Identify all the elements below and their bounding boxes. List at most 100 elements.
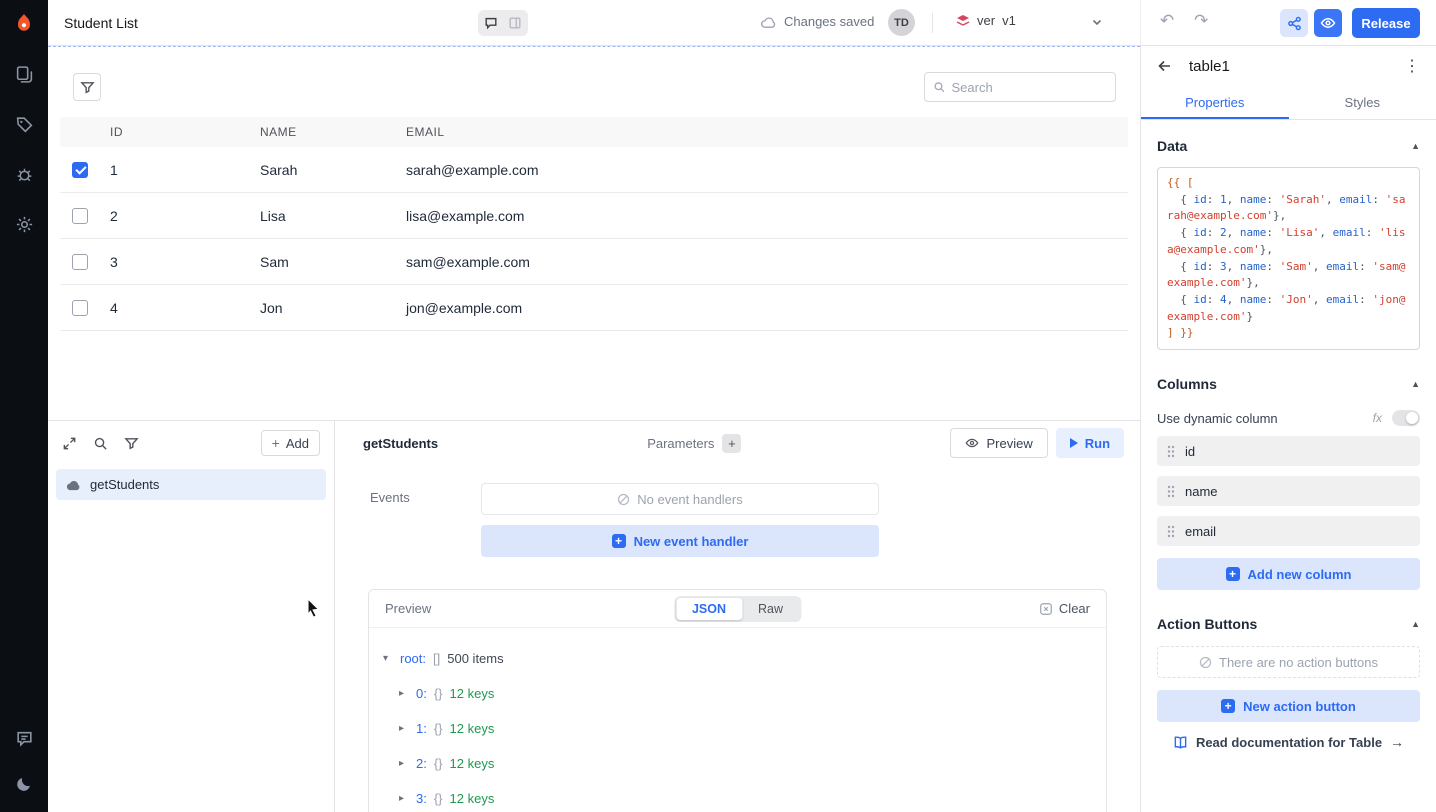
clear-label: Clear (1059, 601, 1090, 616)
no-event-handlers-label: No event handlers (637, 492, 743, 507)
settings-gear-icon[interactable] (12, 212, 36, 236)
documentation-link[interactable]: Read documentation for Table → (1157, 734, 1420, 750)
caret-right-icon[interactable]: ▸ (399, 688, 409, 699)
tab-json[interactable]: JSON (676, 598, 742, 620)
slash-circle-icon (617, 493, 630, 506)
response-header: Preview JSON Raw Clear (369, 590, 1106, 628)
collapse-icon[interactable]: ▲ (1411, 619, 1420, 629)
column-header-name[interactable]: NAME (250, 125, 396, 139)
cell-name: Sarah (250, 162, 396, 178)
datasources-icon[interactable] (12, 112, 36, 136)
tree-type: {} (434, 686, 443, 701)
table-row[interactable]: 1 Sarah sarah@example.com (60, 147, 1128, 193)
add-new-column-button[interactable]: + Add new column (1157, 558, 1420, 590)
column-header-id[interactable]: ID (100, 125, 250, 139)
column-item-id[interactable]: id (1157, 436, 1420, 466)
row-checkbox[interactable] (72, 208, 88, 224)
clear-button[interactable]: Clear (1039, 601, 1090, 616)
expand-icon[interactable] (62, 436, 77, 451)
cell-id: 4 (100, 300, 250, 316)
left-rail (0, 0, 48, 812)
mode-toggle (478, 10, 528, 36)
run-label: Run (1085, 436, 1110, 451)
tab-properties[interactable]: Properties (1141, 86, 1289, 119)
debug-icon[interactable] (12, 162, 36, 186)
release-button[interactable]: Release (1352, 8, 1420, 38)
add-query-button[interactable]: + Add (261, 430, 320, 456)
caret-right-icon[interactable]: ▸ (399, 723, 409, 734)
tab-raw[interactable]: Raw (742, 598, 799, 620)
new-action-button[interactable]: + New action button (1157, 690, 1420, 722)
caret-right-icon[interactable]: ▸ (399, 758, 409, 769)
collapse-icon[interactable]: ▲ (1411, 141, 1420, 151)
undo-icon[interactable]: ↶ (1160, 11, 1174, 31)
caret-down-icon[interactable]: ▾ (383, 653, 393, 664)
slash-circle-icon (1199, 656, 1212, 669)
table-filter-button[interactable] (73, 73, 101, 101)
events-section: Events No event handlers + New event han… (335, 483, 1140, 557)
table-row[interactable]: 4 Jon jon@example.com (60, 285, 1128, 331)
column-header-email[interactable]: EMAIL (396, 125, 1128, 139)
js-toggle-icon[interactable]: fx (1373, 411, 1382, 425)
json-tree-item[interactable]: ▸ 3: {} 12 keys (383, 781, 1106, 812)
filter-icon[interactable] (124, 436, 139, 451)
pane-mode-icon[interactable] (504, 12, 526, 34)
back-arrow-icon[interactable] (1157, 58, 1173, 74)
preview-eye-icon[interactable] (1314, 9, 1342, 37)
drag-handle-icon[interactable] (1167, 525, 1175, 538)
query-list-item[interactable]: getStudents (56, 469, 326, 500)
no-action-buttons: There are no action buttons (1157, 646, 1420, 678)
app: Student List Changes saved TD ver v1 ↶ ↷ (0, 0, 1436, 812)
cell-name: Lisa (250, 208, 396, 224)
pages-icon[interactable] (12, 62, 36, 86)
version-selector[interactable]: ver v1 (956, 13, 1016, 28)
table-row[interactable]: 3 Sam sam@example.com (60, 239, 1128, 285)
query-title: getStudents (363, 436, 438, 451)
caret-right-icon[interactable]: ▸ (399, 793, 409, 804)
appsmith-logo-icon[interactable] (10, 10, 38, 38)
column-item-name[interactable]: name (1157, 476, 1420, 506)
row-checkbox[interactable] (72, 162, 88, 178)
add-parameter-icon[interactable]: + (722, 434, 741, 453)
plus-icon: + (612, 534, 626, 548)
json-tree-item[interactable]: ▸ 0: {} 12 keys (383, 676, 1106, 711)
drag-handle-icon[interactable] (1167, 485, 1175, 498)
property-pane-header: table1 ⋮ (1141, 46, 1436, 86)
events-label: Events (370, 483, 481, 557)
row-checkbox[interactable] (72, 254, 88, 270)
collapse-icon[interactable]: ▲ (1411, 379, 1420, 389)
preview-button[interactable]: Preview (950, 428, 1047, 458)
json-tree-root[interactable]: ▾ root: [] 500 items (383, 641, 1106, 676)
redo-icon[interactable]: ↷ (1194, 11, 1208, 31)
chevron-down-icon[interactable] (1090, 15, 1104, 32)
query-list-panel: + Add getStudents (48, 421, 335, 812)
json-tree-item[interactable]: ▸ 2: {} 12 keys (383, 746, 1106, 781)
add-new-column-label: Add new column (1248, 567, 1352, 582)
tree-key: 1: (416, 721, 427, 736)
data-code-editor[interactable]: {{ [ { id: 1, name: 'Sarah', email: 'sar… (1157, 167, 1420, 350)
eye-icon (965, 436, 979, 450)
share-icon[interactable] (1280, 9, 1308, 37)
comment-mode-icon[interactable] (480, 12, 502, 34)
json-tree-item[interactable]: ▸ 1: {} 12 keys (383, 711, 1106, 746)
widget-name[interactable]: table1 (1189, 58, 1230, 75)
new-event-handler-button[interactable]: + New event handler (481, 525, 879, 557)
row-checkbox[interactable] (72, 300, 88, 316)
avatar[interactable]: TD (888, 9, 915, 36)
table-row[interactable]: 2 Lisa lisa@example.com (60, 193, 1128, 239)
drag-handle-icon[interactable] (1167, 445, 1175, 458)
column-item-email[interactable]: email (1157, 516, 1420, 546)
plus-icon: + (1226, 567, 1240, 581)
help-chat-icon[interactable] (12, 726, 36, 750)
tree-type: {} (434, 791, 443, 806)
tab-styles[interactable]: Styles (1289, 86, 1436, 119)
run-button[interactable]: Run (1056, 428, 1124, 458)
table-search-input[interactable] (952, 80, 1107, 95)
cell-name: Sam (250, 254, 396, 270)
table-search[interactable] (924, 72, 1116, 102)
theme-moon-icon[interactable] (12, 772, 36, 796)
dynamic-column-toggle[interactable] (1392, 410, 1420, 426)
kebab-menu-icon[interactable]: ⋮ (1404, 56, 1420, 76)
tree-count: 12 keys (450, 756, 495, 771)
search-icon[interactable] (93, 436, 108, 451)
